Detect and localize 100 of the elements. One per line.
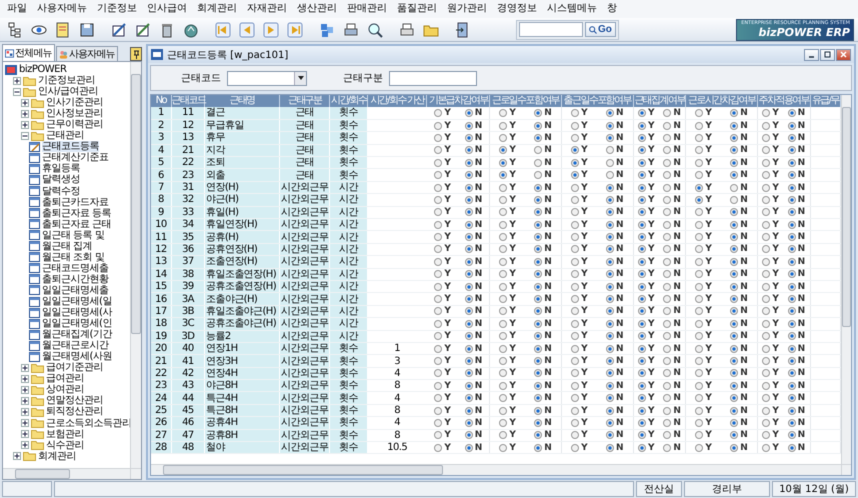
radio-option[interactable]: Y — [695, 108, 712, 118]
radio-option[interactable]: N — [730, 158, 748, 168]
radio-option[interactable]: Y — [499, 318, 516, 329]
radio-option[interactable]: Y — [571, 170, 588, 180]
horizontal-scrollbar[interactable] — [3, 468, 130, 479]
radio-option[interactable]: Y — [638, 244, 655, 254]
radio-option[interactable]: N — [606, 232, 624, 242]
radio-option[interactable]: N — [464, 294, 482, 304]
pin-button[interactable] — [130, 47, 142, 61]
radio-option[interactable]: N — [464, 282, 482, 292]
radio-option[interactable]: N — [663, 182, 681, 193]
radio-option[interactable]: Y — [499, 269, 516, 280]
radio-option[interactable]: N — [663, 393, 681, 404]
radio-option[interactable]: N — [606, 406, 624, 416]
radio-option[interactable]: N — [663, 294, 681, 304]
radio-option[interactable]: N — [730, 393, 748, 404]
menu-item[interactable]: 자재관리 — [242, 0, 292, 18]
radio-option[interactable]: Y — [638, 232, 655, 242]
radio-option[interactable]: N — [663, 108, 681, 118]
radio-option[interactable]: Y — [499, 145, 516, 156]
radio-option[interactable]: Y — [434, 232, 451, 242]
radio-option[interactable]: Y — [638, 220, 655, 230]
radio-option[interactable]: N — [534, 282, 552, 292]
radio-option[interactable]: Y — [762, 380, 779, 391]
vertical-scrollbar[interactable] — [841, 95, 851, 464]
radio-option[interactable]: Y — [762, 393, 779, 404]
radio-option[interactable]: N — [663, 220, 681, 230]
scrollbar-thumb[interactable] — [15, 469, 70, 479]
radio-option[interactable]: Y — [762, 368, 779, 378]
expand-icon[interactable] — [21, 430, 29, 438]
menu-item[interactable]: 원가관리 — [442, 0, 492, 18]
tree-item[interactable]: 일일근태명세(일 — [42, 296, 112, 307]
radio-option[interactable]: Y — [499, 194, 516, 205]
radio-option[interactable]: Y — [434, 393, 451, 404]
radio-option[interactable]: Y — [695, 256, 712, 267]
radio-option[interactable]: Y — [434, 269, 451, 280]
radio-option[interactable]: N — [534, 393, 552, 404]
radio-option[interactable]: N — [534, 306, 552, 316]
tree-item[interactable]: 인사정보관리 — [46, 108, 103, 120]
radio-option[interactable]: Y — [499, 282, 516, 292]
radio-option[interactable]: Y — [638, 207, 655, 218]
radio-option[interactable]: N — [788, 207, 806, 218]
radio-option[interactable]: Y — [638, 294, 655, 304]
radio-option[interactable]: Y — [695, 220, 712, 230]
radio-option[interactable]: Y — [762, 182, 779, 193]
radio-option[interactable]: N — [730, 220, 748, 230]
tree-item[interactable]: 보험관리 — [46, 428, 84, 440]
radio-option[interactable]: N — [534, 344, 552, 354]
radio-option[interactable]: Y — [638, 269, 655, 280]
radio-option[interactable]: N — [606, 282, 624, 292]
radio-option[interactable]: Y — [762, 244, 779, 254]
expand-icon[interactable] — [21, 120, 29, 129]
radio-option[interactable]: N — [788, 244, 806, 254]
radio-option[interactable]: Y — [434, 182, 451, 193]
radio-option[interactable]: Y — [434, 244, 451, 254]
radio-option[interactable]: Y — [571, 256, 588, 267]
radio-option[interactable]: N — [730, 194, 748, 205]
radio-option[interactable]: N — [730, 368, 748, 378]
radio-option[interactable]: N — [606, 269, 624, 280]
radio-option[interactable]: N — [730, 120, 748, 131]
radio-option[interactable]: N — [464, 380, 482, 391]
radio-option[interactable]: N — [534, 145, 552, 156]
radio-option[interactable]: Y — [638, 306, 655, 316]
radio-option[interactable]: Y — [499, 331, 516, 342]
radio-option[interactable]: N — [730, 294, 748, 304]
radio-option[interactable]: Y — [695, 145, 712, 156]
radio-option[interactable]: N — [606, 170, 624, 180]
radio-option[interactable]: Y — [499, 256, 516, 267]
radio-option[interactable]: Y — [638, 380, 655, 391]
radio-option[interactable]: N — [788, 108, 806, 118]
radio-option[interactable]: N — [788, 418, 806, 428]
radio-option[interactable]: Y — [695, 406, 712, 416]
radio-option[interactable]: N — [663, 368, 681, 378]
radio-option[interactable]: Y — [499, 120, 516, 131]
dropdown-field[interactable] — [227, 70, 307, 86]
radio-option[interactable]: N — [663, 158, 681, 168]
radio-option[interactable]: Y — [695, 132, 712, 143]
radio-option[interactable]: N — [730, 182, 748, 193]
radio-option[interactable]: Y — [695, 158, 712, 168]
expand-icon[interactable] — [21, 364, 29, 372]
radio-option[interactable]: Y — [499, 182, 516, 193]
radio-option[interactable]: Y — [695, 282, 712, 292]
radio-option[interactable]: Y — [499, 244, 516, 254]
radio-option[interactable]: N — [606, 182, 624, 193]
radio-option[interactable]: N — [464, 393, 482, 404]
radio-option[interactable]: Y — [499, 368, 516, 378]
tree-item[interactable]: 달력생성 — [42, 174, 80, 186]
radio-option[interactable]: Y — [434, 318, 451, 329]
tree-item[interactable]: 달력수정 — [42, 186, 80, 197]
radio-option[interactable]: N — [788, 331, 806, 342]
expand-icon[interactable] — [13, 452, 21, 460]
tree-item[interactable]: bizPOWER — [19, 64, 66, 76]
radio-option[interactable]: N — [534, 182, 552, 193]
tree-item[interactable]: 출퇴근자료 근태 — [42, 218, 112, 230]
radio-option[interactable]: Y — [762, 256, 779, 267]
expand-icon[interactable] — [13, 76, 21, 85]
radio-option[interactable]: Y — [434, 194, 451, 205]
radio-option[interactable]: Y — [499, 132, 516, 143]
radio-option[interactable]: Y — [695, 294, 712, 304]
radio-option[interactable]: Y — [571, 368, 588, 378]
